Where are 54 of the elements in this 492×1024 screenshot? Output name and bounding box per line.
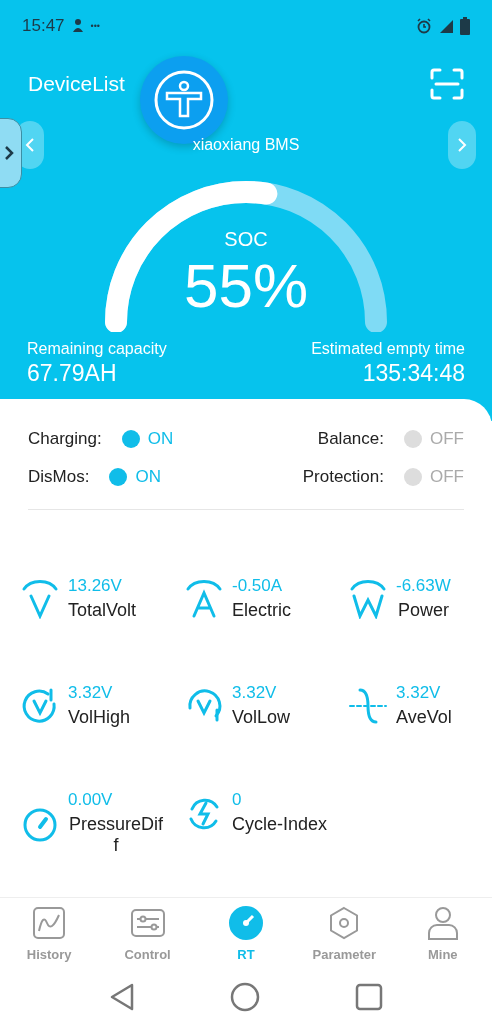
metric-label: VolHigh (68, 707, 131, 728)
metric-label: Power (396, 600, 450, 621)
metric-label: VolLow (232, 707, 291, 728)
status-time: 15:47 (22, 16, 65, 36)
home-icon[interactable] (230, 981, 260, 1012)
switch-label: Protection: (302, 467, 384, 487)
control-tab[interactable]: Control (102, 905, 193, 963)
metric-value: -6.63W (396, 576, 451, 596)
empty-time-value: 135:34:48 (362, 360, 465, 387)
signal-icon (438, 18, 454, 34)
more-notifications: ••• (90, 21, 100, 31)
history-tab[interactable]: History (4, 905, 95, 963)
metric-value: 3.32V (232, 683, 278, 703)
recents-icon[interactable] (355, 982, 383, 1011)
mine-tab[interactable]: Mine (397, 905, 488, 963)
switch-label: Charging: (28, 429, 102, 449)
rt-tab-icon (227, 905, 264, 942)
empty-time-label: Estimated empty time (311, 340, 465, 358)
switch-state: ON (135, 467, 161, 487)
chevron-left-icon (25, 137, 35, 153)
metric-value: 3.32V (396, 683, 442, 703)
switch-label: DisMos: (28, 467, 90, 487)
capacity-value: 67.79AH (27, 360, 118, 387)
alarm-icon (416, 18, 432, 34)
soc-value: 55% (183, 251, 309, 321)
metric-label: PressureDiff (68, 814, 164, 856)
rt-tab[interactable]: RT (200, 905, 291, 963)
metric-value: 3.32V (68, 683, 114, 703)
metric-label: AveVol (396, 707, 452, 728)
metric-label: TotalVolt (68, 600, 137, 621)
battery-icon (460, 17, 470, 35)
capacity-label: Remaining capacity (27, 340, 167, 358)
metric-label: Electric (232, 600, 291, 621)
metric-value: -0.50A (232, 576, 284, 596)
device-name: xiaoxiang BMS (192, 136, 300, 154)
metric-value: 13.26V (68, 576, 123, 596)
metric-label: Cycle-Index (232, 814, 328, 835)
volt-metric-icon (20, 578, 60, 619)
parameter-tab[interactable]: Parameter (299, 905, 390, 963)
history-tab-icon (31, 905, 68, 942)
metric-value: 0.00V (68, 790, 114, 810)
back-icon[interactable] (109, 981, 135, 1012)
switch-state: OFF (430, 467, 464, 487)
switch-state: ON (147, 429, 174, 449)
switch-label: Balance: (317, 429, 384, 449)
device-list-link[interactable]: DeviceList (28, 72, 125, 96)
chevron-right-icon (457, 137, 467, 153)
amp-metric-icon (184, 578, 224, 619)
watt-metric-icon (348, 578, 388, 619)
switch-state: OFF (430, 429, 464, 449)
soc-label: SOC (224, 228, 268, 251)
side-drawer-handle[interactable] (0, 118, 22, 188)
notification-icon (70, 18, 85, 34)
metric-value: 0 (232, 790, 243, 810)
